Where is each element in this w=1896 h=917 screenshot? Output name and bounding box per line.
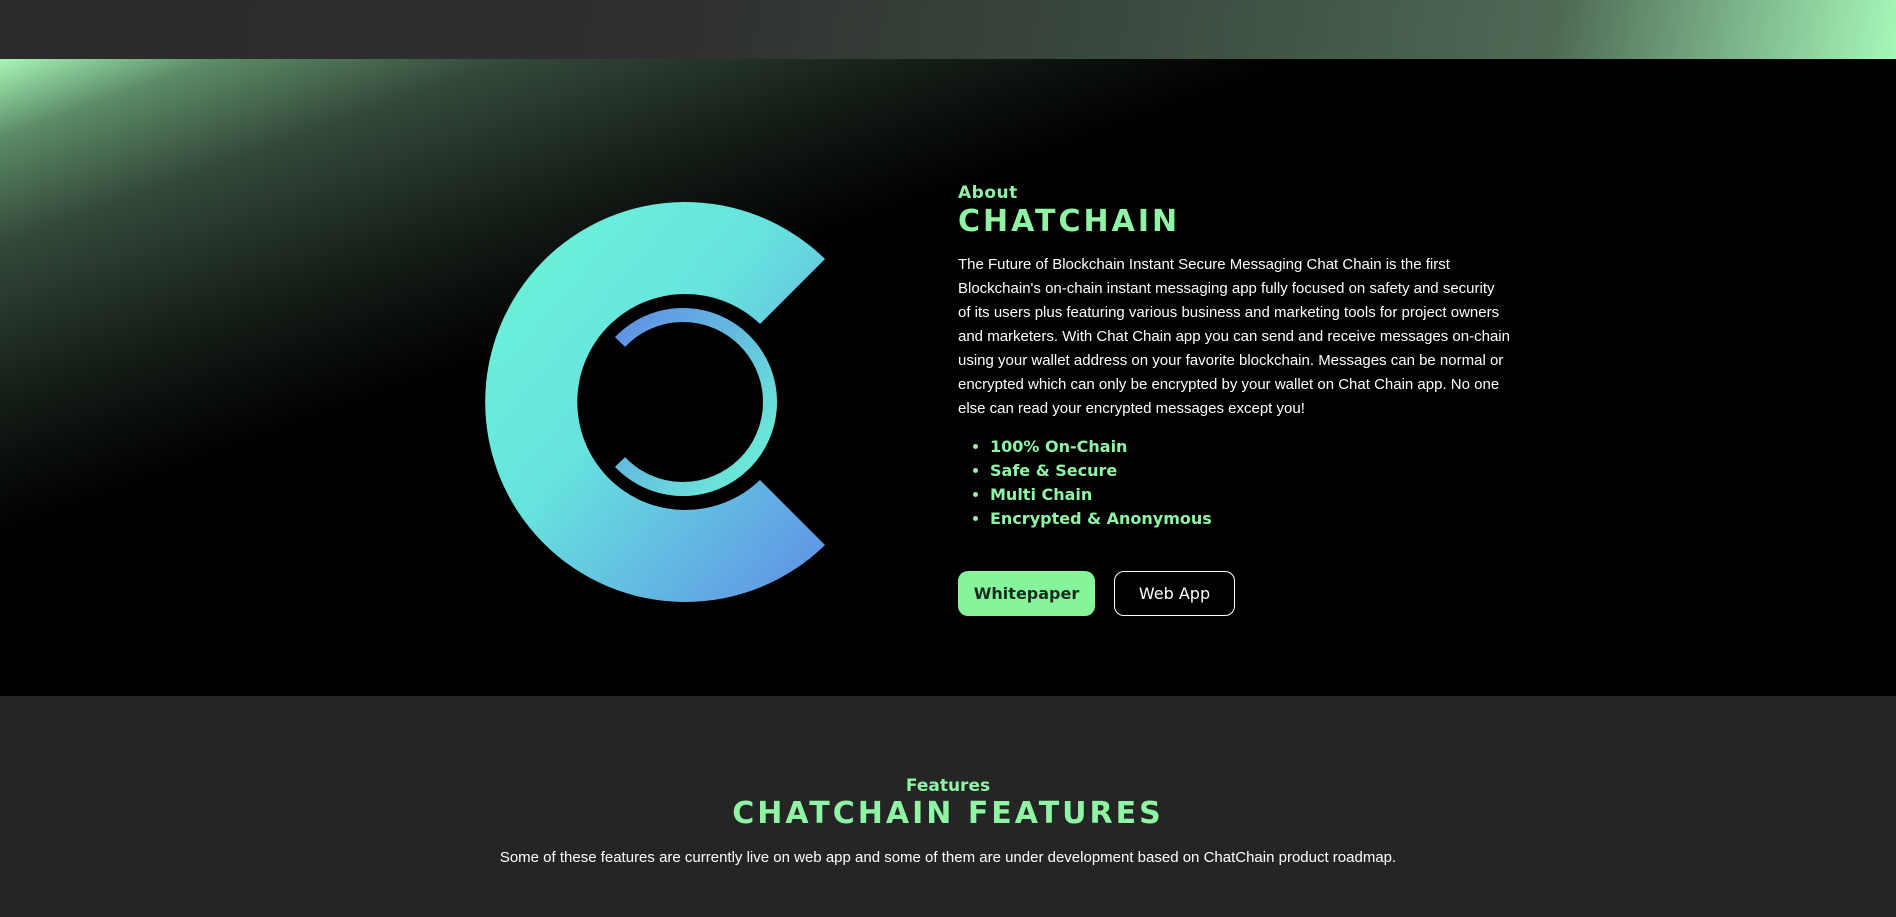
- features-title: CHATCHAIN FEATURES: [732, 796, 1164, 831]
- bullet-item: 100% On-Chain: [990, 435, 1518, 459]
- chatchain-c-logo-icon: [485, 202, 825, 602]
- about-title: CHATCHAIN: [958, 204, 1181, 239]
- bullet-item: Multi Chain: [990, 483, 1518, 507]
- bullet-item: Safe & Secure: [990, 459, 1518, 483]
- about-description: The Future of Blockchain Instant Secure …: [958, 256, 1510, 417]
- web-app-button[interactable]: Web App: [1114, 571, 1235, 616]
- features-description: Some of these features are currently liv…: [499, 849, 1397, 866]
- about-background-glow: [0, 59, 1896, 696]
- header-gradient-band: [0, 0, 1896, 59]
- whitepaper-button[interactable]: Whitepaper: [958, 571, 1095, 616]
- bullet-item: Encrypted & Anonymous: [990, 507, 1518, 531]
- features-eyebrow: Features: [905, 776, 991, 796]
- about-bullet-list: 100% On-Chain Safe & Secure Multi Chain …: [990, 435, 1518, 531]
- cta-row: Whitepaper Web App: [958, 571, 1518, 616]
- about-section: About CHATCHAIN The Future of Blockchain…: [0, 59, 1896, 696]
- chatchain-logo: [480, 202, 880, 602]
- about-eyebrow: About: [958, 183, 1018, 203]
- features-section: Features CHATCHAIN FEATURES Some of thes…: [0, 696, 1896, 917]
- about-content: About CHATCHAIN The Future of Blockchain…: [958, 183, 1518, 616]
